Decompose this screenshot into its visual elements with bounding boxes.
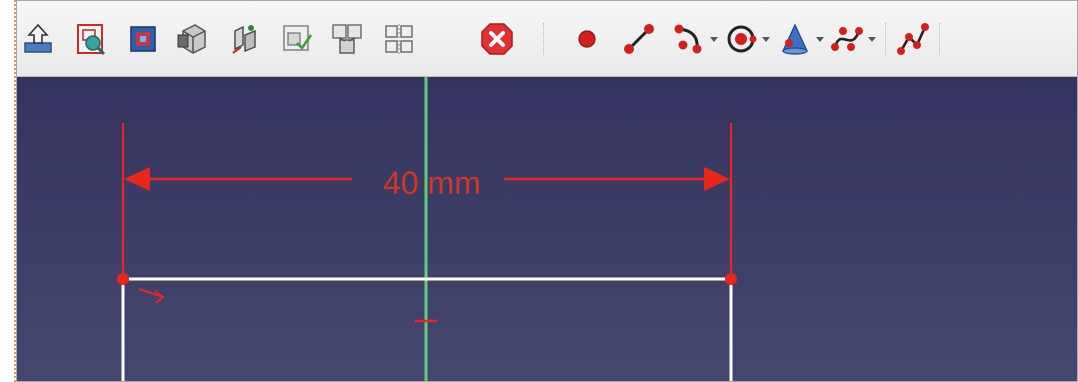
circle-icon[interactable] (723, 21, 759, 57)
dimension-arrow-right (704, 167, 730, 191)
sketch-vertex-right[interactable] (725, 273, 737, 285)
left-dotted-border (0, 0, 16, 382)
point-icon[interactable] (569, 21, 605, 57)
conic-icon[interactable] (777, 21, 813, 57)
sketch-canvas[interactable] (17, 77, 1078, 382)
view-sketch-icon[interactable] (73, 21, 109, 57)
merge-sketches-icon[interactable] (329, 21, 365, 57)
bspline-icon[interactable] (829, 21, 865, 57)
toolbar-separator (543, 23, 545, 55)
dimension-arrow-left (124, 167, 150, 191)
polyline-icon[interactable] (895, 21, 931, 57)
circle-dropdown-icon[interactable] (761, 33, 771, 45)
line-icon[interactable] (621, 21, 657, 57)
toolbar-separator (885, 23, 887, 55)
validate-sketch-icon[interactable] (279, 21, 315, 57)
stop-operation-icon[interactable] (479, 21, 515, 57)
view-section-icon[interactable] (125, 21, 161, 57)
mirror-sketch-icon[interactable] (381, 21, 417, 57)
leave-sketch-icon[interactable] (21, 21, 57, 57)
sketcher-toolbar (17, 1, 1077, 77)
3d-viewport[interactable]: 40 mm (17, 77, 1078, 382)
map-sketch-icon[interactable] (175, 21, 211, 57)
sketch-vertex-left[interactable] (117, 273, 129, 285)
horizontal-constraint-icon (138, 288, 165, 304)
bspline-dropdown-icon[interactable] (867, 33, 877, 45)
dimension-label[interactable]: 40 mm (362, 163, 502, 203)
conic-dropdown-icon[interactable] (815, 33, 825, 45)
freecad-sketcher-window: 40 mm (16, 0, 1078, 382)
arc-icon[interactable] (671, 21, 707, 57)
reorient-sketch-icon[interactable] (227, 21, 263, 57)
toolbar-separator (939, 23, 941, 55)
arc-dropdown-icon[interactable] (709, 33, 719, 45)
